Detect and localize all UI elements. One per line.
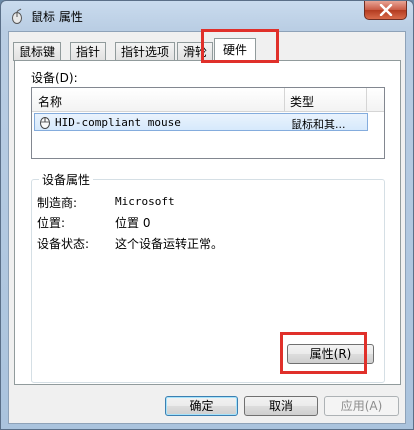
ok-button[interactable]: 确定 <box>165 396 238 416</box>
devices-list[interactable]: 名称 类型 HID-compliant mouse 鼠标和其... <box>31 87 385 159</box>
manufacturer-label: 制造商: <box>37 196 78 210</box>
tab-pointer-options[interactable]: 指针选项 <box>115 42 176 61</box>
tab-pointers[interactable]: 指针 <box>70 42 107 61</box>
apply-button[interactable]: 应用(A) <box>324 396 399 416</box>
window-title: 鼠标 属性 <box>31 10 83 24</box>
device-type: 鼠标和其... <box>291 118 346 131</box>
close-button[interactable] <box>364 1 407 20</box>
location-label: 位置: <box>37 216 66 230</box>
column-divider[interactable] <box>366 88 367 112</box>
title-bar[interactable]: 鼠标 属性 <box>1 1 413 31</box>
device-properties-title: 设备属性 <box>39 171 94 188</box>
mouse-device-icon <box>40 117 50 129</box>
mouse-icon <box>12 8 22 24</box>
status-label: 设备状态: <box>37 237 90 251</box>
column-name[interactable]: 名称 <box>38 93 62 110</box>
device-row[interactable]: HID-compliant mouse 鼠标和其... <box>34 113 368 131</box>
status-value: 这个设备运转正常。 <box>115 237 224 251</box>
hardware-tab-highlight <box>201 29 279 63</box>
mouse-properties-window: 鼠标 属性 鼠标键 指针 指针选项 滑轮 硬件 设备(D): 名称 类型 HID… <box>0 0 414 430</box>
column-divider[interactable] <box>284 88 285 112</box>
close-icon <box>379 4 393 16</box>
location-value: 位置 0 <box>115 216 151 230</box>
tab-buttons[interactable]: 鼠标键 <box>13 42 62 61</box>
properties-button-highlight <box>280 332 367 374</box>
cancel-button[interactable]: 取消 <box>244 396 318 416</box>
devices-label: 设备(D): <box>31 71 78 85</box>
list-header: 名称 类型 <box>32 88 384 112</box>
column-type[interactable]: 类型 <box>290 93 314 110</box>
manufacturer-value: Microsoft <box>115 195 175 208</box>
device-name: HID-compliant mouse <box>55 116 181 129</box>
